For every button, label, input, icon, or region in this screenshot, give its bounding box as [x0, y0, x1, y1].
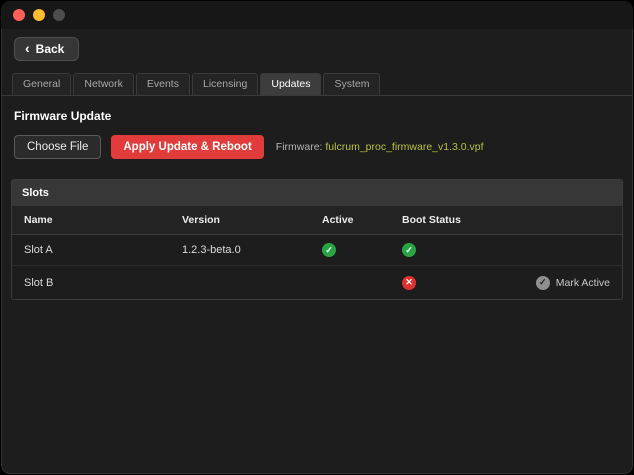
slots-table-title: Slots: [12, 180, 622, 206]
table-row-slot-b: Slot B Mark Active: [12, 265, 622, 299]
slots-table: Slots Name Version Active Boot Status Sl…: [11, 179, 623, 300]
back-button[interactable]: ‹ Back: [14, 37, 79, 61]
tab-bar: General Network Events Licensing Updates…: [1, 65, 633, 96]
minimize-window-button[interactable]: [33, 9, 45, 21]
slot-name: Slot B: [22, 269, 180, 297]
tab-general[interactable]: General: [12, 73, 71, 95]
slot-version: 1.2.3-beta.0: [180, 236, 320, 264]
tab-system[interactable]: System: [323, 73, 380, 95]
maximize-window-button[interactable]: [53, 9, 65, 21]
app-window: ‹ Back General Network Events Licensing …: [0, 0, 634, 475]
tab-licensing[interactable]: Licensing: [192, 73, 258, 95]
firmware-update-section: Firmware Update Choose File Apply Update…: [1, 96, 633, 165]
firmware-filename-text: Firmware: fulcrum_proc_firmware_v1.3.0.v…: [276, 141, 484, 153]
firmware-label: Firmware:: [276, 141, 323, 153]
traffic-lights: [13, 9, 65, 21]
firmware-filename: fulcrum_proc_firmware_v1.3.0.vpf: [325, 141, 483, 153]
tab-network[interactable]: Network: [73, 73, 134, 95]
slots-table-header: Name Version Active Boot Status: [12, 206, 622, 235]
mark-active-button[interactable]: Mark Active: [536, 276, 610, 290]
titlebar: [1, 1, 633, 29]
firmware-controls: Choose File Apply Update & Reboot Firmwa…: [14, 135, 620, 159]
boot-status-cross-icon: [402, 276, 416, 290]
section-title: Firmware Update: [14, 109, 620, 123]
choose-file-button[interactable]: Choose File: [14, 135, 101, 159]
toolbar: ‹ Back: [1, 29, 633, 65]
boot-status-check-icon: [402, 243, 416, 257]
mark-active-label: Mark Active: [556, 277, 610, 289]
close-window-button[interactable]: [13, 9, 25, 21]
tab-events[interactable]: Events: [136, 73, 190, 95]
column-header-version: Version: [180, 206, 320, 234]
active-status-check-icon: [322, 243, 336, 257]
column-header-actions: [502, 212, 612, 228]
slot-version: [180, 275, 320, 291]
column-header-name: Name: [22, 206, 180, 234]
column-header-boot-status: Boot Status: [400, 206, 502, 234]
chevron-left-icon: ‹: [25, 43, 30, 53]
column-header-active: Active: [320, 206, 400, 234]
back-button-label: Back: [36, 42, 65, 56]
tab-updates[interactable]: Updates: [260, 73, 321, 95]
check-circle-gray-icon: [536, 276, 550, 290]
slot-name: Slot A: [22, 236, 180, 264]
table-row-slot-a: Slot A 1.2.3-beta.0: [12, 235, 622, 265]
apply-update-reboot-button[interactable]: Apply Update & Reboot: [111, 135, 263, 159]
slot-a-actions: [502, 242, 612, 258]
active-status-empty: [322, 274, 336, 288]
